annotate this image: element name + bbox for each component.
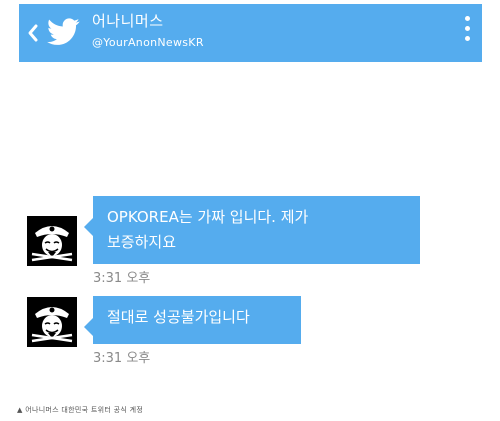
account-handle: @YourAnonNewsKR: [92, 36, 204, 49]
twitter-bird-icon: [47, 18, 80, 45]
message-text: 보증하지요: [107, 233, 177, 251]
anonymous-pirate-avatar: [27, 297, 77, 347]
account-name: 어나니머스: [92, 12, 164, 30]
more-vertical-icon[interactable]: [460, 16, 474, 50]
message-timestamp: 3:31 오후: [93, 271, 151, 286]
chevron-left-icon[interactable]: [27, 23, 39, 43]
dm-screen: 어나니머스 @YourAnonNewsKR OPKOREA는 가짜 입니다. 제…: [0, 0, 500, 421]
avatar[interactable]: [27, 216, 77, 266]
image-caption: ▲ 어나니머스 대한민국 트위터 공식 계정: [17, 406, 144, 414]
avatar[interactable]: [27, 297, 77, 347]
message-timestamp: 3:31 오후: [93, 351, 151, 366]
anonymous-pirate-avatar: [27, 216, 77, 266]
conversation-header: 어나니머스 @YourAnonNewsKR: [19, 4, 482, 62]
message-text: 절대로 성공불가입니다: [107, 308, 250, 326]
message-text: OPKOREA는 가짜 입니다. 제가: [107, 208, 309, 226]
message-bubble[interactable]: OPKOREA는 가짜 입니다. 제가 보증하지요: [84, 196, 420, 264]
message-bubble[interactable]: 절대로 성공불가입니다: [84, 296, 301, 344]
